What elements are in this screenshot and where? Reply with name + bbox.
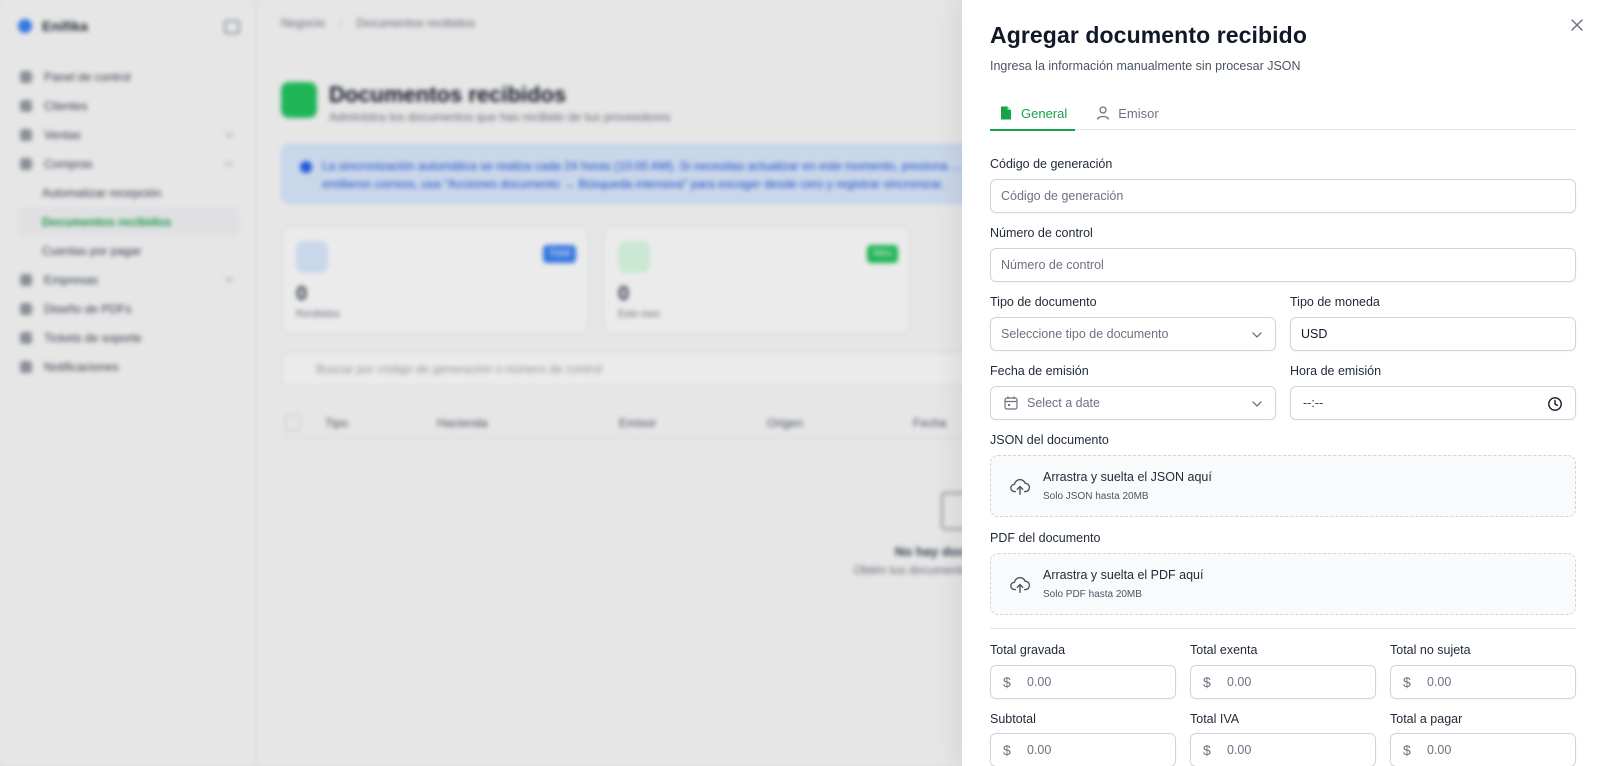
total-a-pagar-field[interactable]: $ <box>1390 733 1576 766</box>
tab-emisor[interactable]: Emisor <box>1087 96 1166 130</box>
tab-label: Emisor <box>1118 105 1159 121</box>
hora-emision-value: --:-- <box>1303 396 1324 410</box>
hora-emision-input[interactable]: --:-- <box>1290 386 1576 420</box>
tabs: General Emisor <box>990 96 1576 131</box>
dollar-icon: $ <box>1403 674 1411 690</box>
subtotal-input[interactable] <box>1027 743 1147 757</box>
tab-general[interactable]: General <box>990 96 1076 131</box>
cloud-upload-icon <box>1010 478 1031 496</box>
dollar-icon: $ <box>1003 742 1011 758</box>
codigo-generacion-input[interactable] <box>990 179 1576 213</box>
numero-control-input[interactable] <box>990 248 1576 282</box>
subtotal-label: Subtotal <box>990 712 1036 726</box>
tipo-documento-placeholder: Seleccione tipo de documento <box>1001 327 1169 341</box>
close-button[interactable] <box>1568 16 1586 34</box>
tipo-documento-select[interactable]: Seleccione tipo de documento <box>990 317 1276 351</box>
total-iva-input[interactable] <box>1227 743 1347 757</box>
chevron-down-icon <box>1252 332 1262 338</box>
numero-control-label: Número de control <box>990 226 1093 240</box>
json-dropzone-title: Arrastra y suelta el JSON aquí <box>1043 470 1212 484</box>
chevron-down-icon <box>1252 401 1262 407</box>
section-divider <box>990 628 1576 629</box>
total-no-sujeta-label: Total no sujeta <box>1390 643 1471 657</box>
pdf-dropzone-hint: Solo PDF hasta 20MB <box>1043 589 1142 600</box>
codigo-generacion-label: Código de generación <box>990 157 1113 171</box>
total-exenta-field[interactable]: $ <box>1190 665 1376 699</box>
pdf-upload-label: PDF del documento <box>990 531 1101 545</box>
drawer-subtitle: Ingresa la información manualmente sin p… <box>990 59 1301 73</box>
dollar-icon: $ <box>1203 742 1211 758</box>
close-icon <box>1571 19 1583 31</box>
tab-label: General <box>1021 105 1068 121</box>
total-no-sujeta-field[interactable]: $ <box>1390 665 1576 699</box>
subtotal-field[interactable]: $ <box>990 733 1176 766</box>
total-exenta-label: Total exenta <box>1190 643 1258 657</box>
add-document-drawer: Agregar documento recibido Ingresa la in… <box>962 0 1600 766</box>
total-iva-field[interactable]: $ <box>1190 733 1376 766</box>
dollar-icon: $ <box>1003 674 1011 690</box>
dollar-icon: $ <box>1403 742 1411 758</box>
user-icon <box>1097 106 1110 120</box>
dollar-icon: $ <box>1203 674 1211 690</box>
total-gravada-field[interactable]: $ <box>990 665 1176 699</box>
fecha-emision-placeholder: Select a date <box>1027 396 1100 410</box>
file-icon <box>1001 106 1011 120</box>
fecha-emision-label: Fecha de emisión <box>990 364 1089 378</box>
clock-icon[interactable] <box>1547 396 1563 412</box>
calendar-icon <box>1004 396 1018 410</box>
tipo-moneda-label: Tipo de moneda <box>1290 295 1380 309</box>
total-a-pagar-label: Total a pagar <box>1390 712 1463 726</box>
total-iva-label: Total IVA <box>1190 712 1240 726</box>
fecha-emision-picker[interactable]: Select a date <box>990 386 1276 420</box>
json-dropzone[interactable]: Arrastra y suelta el JSON aquí Solo JSON… <box>990 455 1576 517</box>
total-gravada-input[interactable] <box>1027 675 1147 689</box>
total-gravada-label: Total gravada <box>990 643 1066 657</box>
json-upload-label: JSON del documento <box>990 433 1109 447</box>
drawer-title: Agregar documento recibido <box>990 22 1307 48</box>
hora-emision-label: Hora de emisión <box>1290 364 1382 378</box>
pdf-dropzone-title: Arrastra y suelta el PDF aquí <box>1043 568 1204 582</box>
pdf-dropzone[interactable]: Arrastra y suelta el PDF aquí Solo PDF h… <box>990 553 1576 615</box>
json-dropzone-hint: Solo JSON hasta 20MB <box>1043 491 1149 502</box>
total-exenta-input[interactable] <box>1227 675 1347 689</box>
tipo-documento-label: Tipo de documento <box>990 295 1097 309</box>
tipo-moneda-input[interactable] <box>1290 317 1576 351</box>
cloud-upload-icon <box>1010 576 1031 594</box>
total-no-sujeta-input[interactable] <box>1427 675 1547 689</box>
total-a-pagar-input[interactable] <box>1427 743 1547 757</box>
